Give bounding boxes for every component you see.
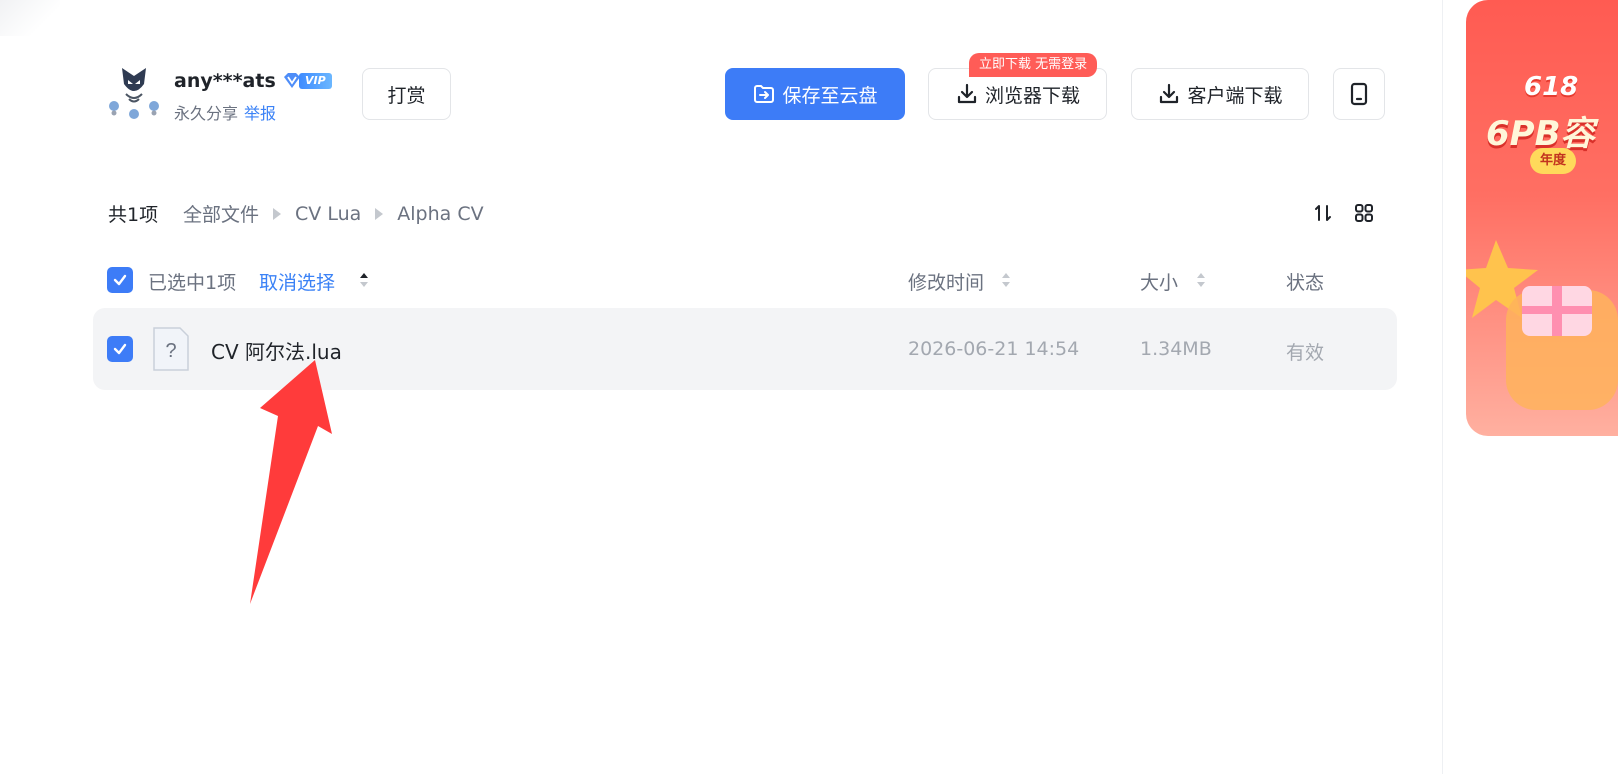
banner-pill: 年度 [1530, 148, 1577, 174]
svg-text:?: ? [165, 340, 176, 362]
client-download-label: 客户端下载 [1187, 84, 1283, 107]
column-status: 状态 [1286, 272, 1325, 294]
selected-count: 已选中1项 [148, 272, 237, 294]
tip-button[interactable]: 打赏 [362, 68, 451, 120]
grid-view-icon[interactable] [1353, 202, 1375, 224]
user-avatar-icon [109, 68, 159, 119]
check-icon [113, 343, 127, 355]
file-modified-time: 2026-06-21 14:54 [908, 338, 1080, 360]
main-panel: any***ats VIP 永久分享 举报 打赏 保存至云盘 浏览器下载 立即下… [0, 0, 1443, 774]
corner-shade [0, 0, 60, 36]
file-status: 有效 [1286, 342, 1325, 364]
breadcrumb: 全部文件 CV Lua Alpha CV [183, 200, 484, 227]
gift-star-icon [1466, 240, 1618, 410]
breadcrumb-separator-icon [375, 207, 384, 220]
download-icon [1160, 83, 1179, 104]
banner-title: 618 [1524, 72, 1579, 102]
browser-download-label: 浏览器下载 [984, 84, 1080, 107]
size-sort-icon[interactable] [1195, 271, 1207, 289]
phone-icon [1350, 82, 1368, 106]
sort-icon[interactable] [1312, 202, 1334, 224]
save-button-label: 保存至云盘 [782, 84, 878, 107]
no-login-tag: 立即下载 无需登录 [969, 53, 1098, 77]
breadcrumb-separator-icon [273, 207, 282, 220]
username: any***ats [174, 70, 276, 92]
download-icon [957, 83, 977, 104]
report-link[interactable]: 举报 [244, 104, 276, 123]
item-count: 共1项 [108, 204, 159, 226]
name-sort-icon[interactable] [358, 271, 370, 289]
row-checkbox[interactable] [107, 336, 133, 362]
check-icon [113, 274, 127, 286]
save-folder-icon [754, 85, 775, 103]
breadcrumb-alpha-cv: Alpha CV [397, 202, 484, 225]
time-sort-icon[interactable] [1000, 271, 1012, 289]
cancel-selection-link[interactable]: 取消选择 [259, 268, 335, 295]
column-modified-time[interactable]: 修改时间 [908, 268, 984, 295]
select-all-checkbox[interactable] [107, 267, 133, 293]
breadcrumb-all-files[interactable]: 全部文件 [183, 200, 259, 227]
share-page: any***ats VIP 永久分享 举报 打赏 保存至云盘 浏览器下载 立即下… [0, 0, 1618, 774]
client-download-button[interactable]: 客户端下载 [1131, 68, 1309, 120]
save-to-cloud-button[interactable]: 保存至云盘 [725, 68, 905, 120]
breadcrumb-cv-lua[interactable]: CV Lua [295, 203, 361, 225]
share-info: 永久分享 举报 [174, 100, 276, 124]
unknown-file-icon: ? [153, 327, 189, 371]
column-size[interactable]: 大小 [1140, 268, 1178, 295]
share-status: 永久分享 [174, 104, 239, 123]
tip-button-label: 打赏 [387, 84, 426, 107]
mobile-button[interactable] [1333, 68, 1385, 120]
file-size: 1.34MB [1140, 338, 1212, 360]
vip-badge: VIP [281, 71, 337, 91]
annotation-arrow-icon [250, 360, 332, 604]
vip-label: VIP [299, 73, 332, 89]
promo-banner[interactable]: 618 6PB容 年度 [1466, 0, 1618, 436]
